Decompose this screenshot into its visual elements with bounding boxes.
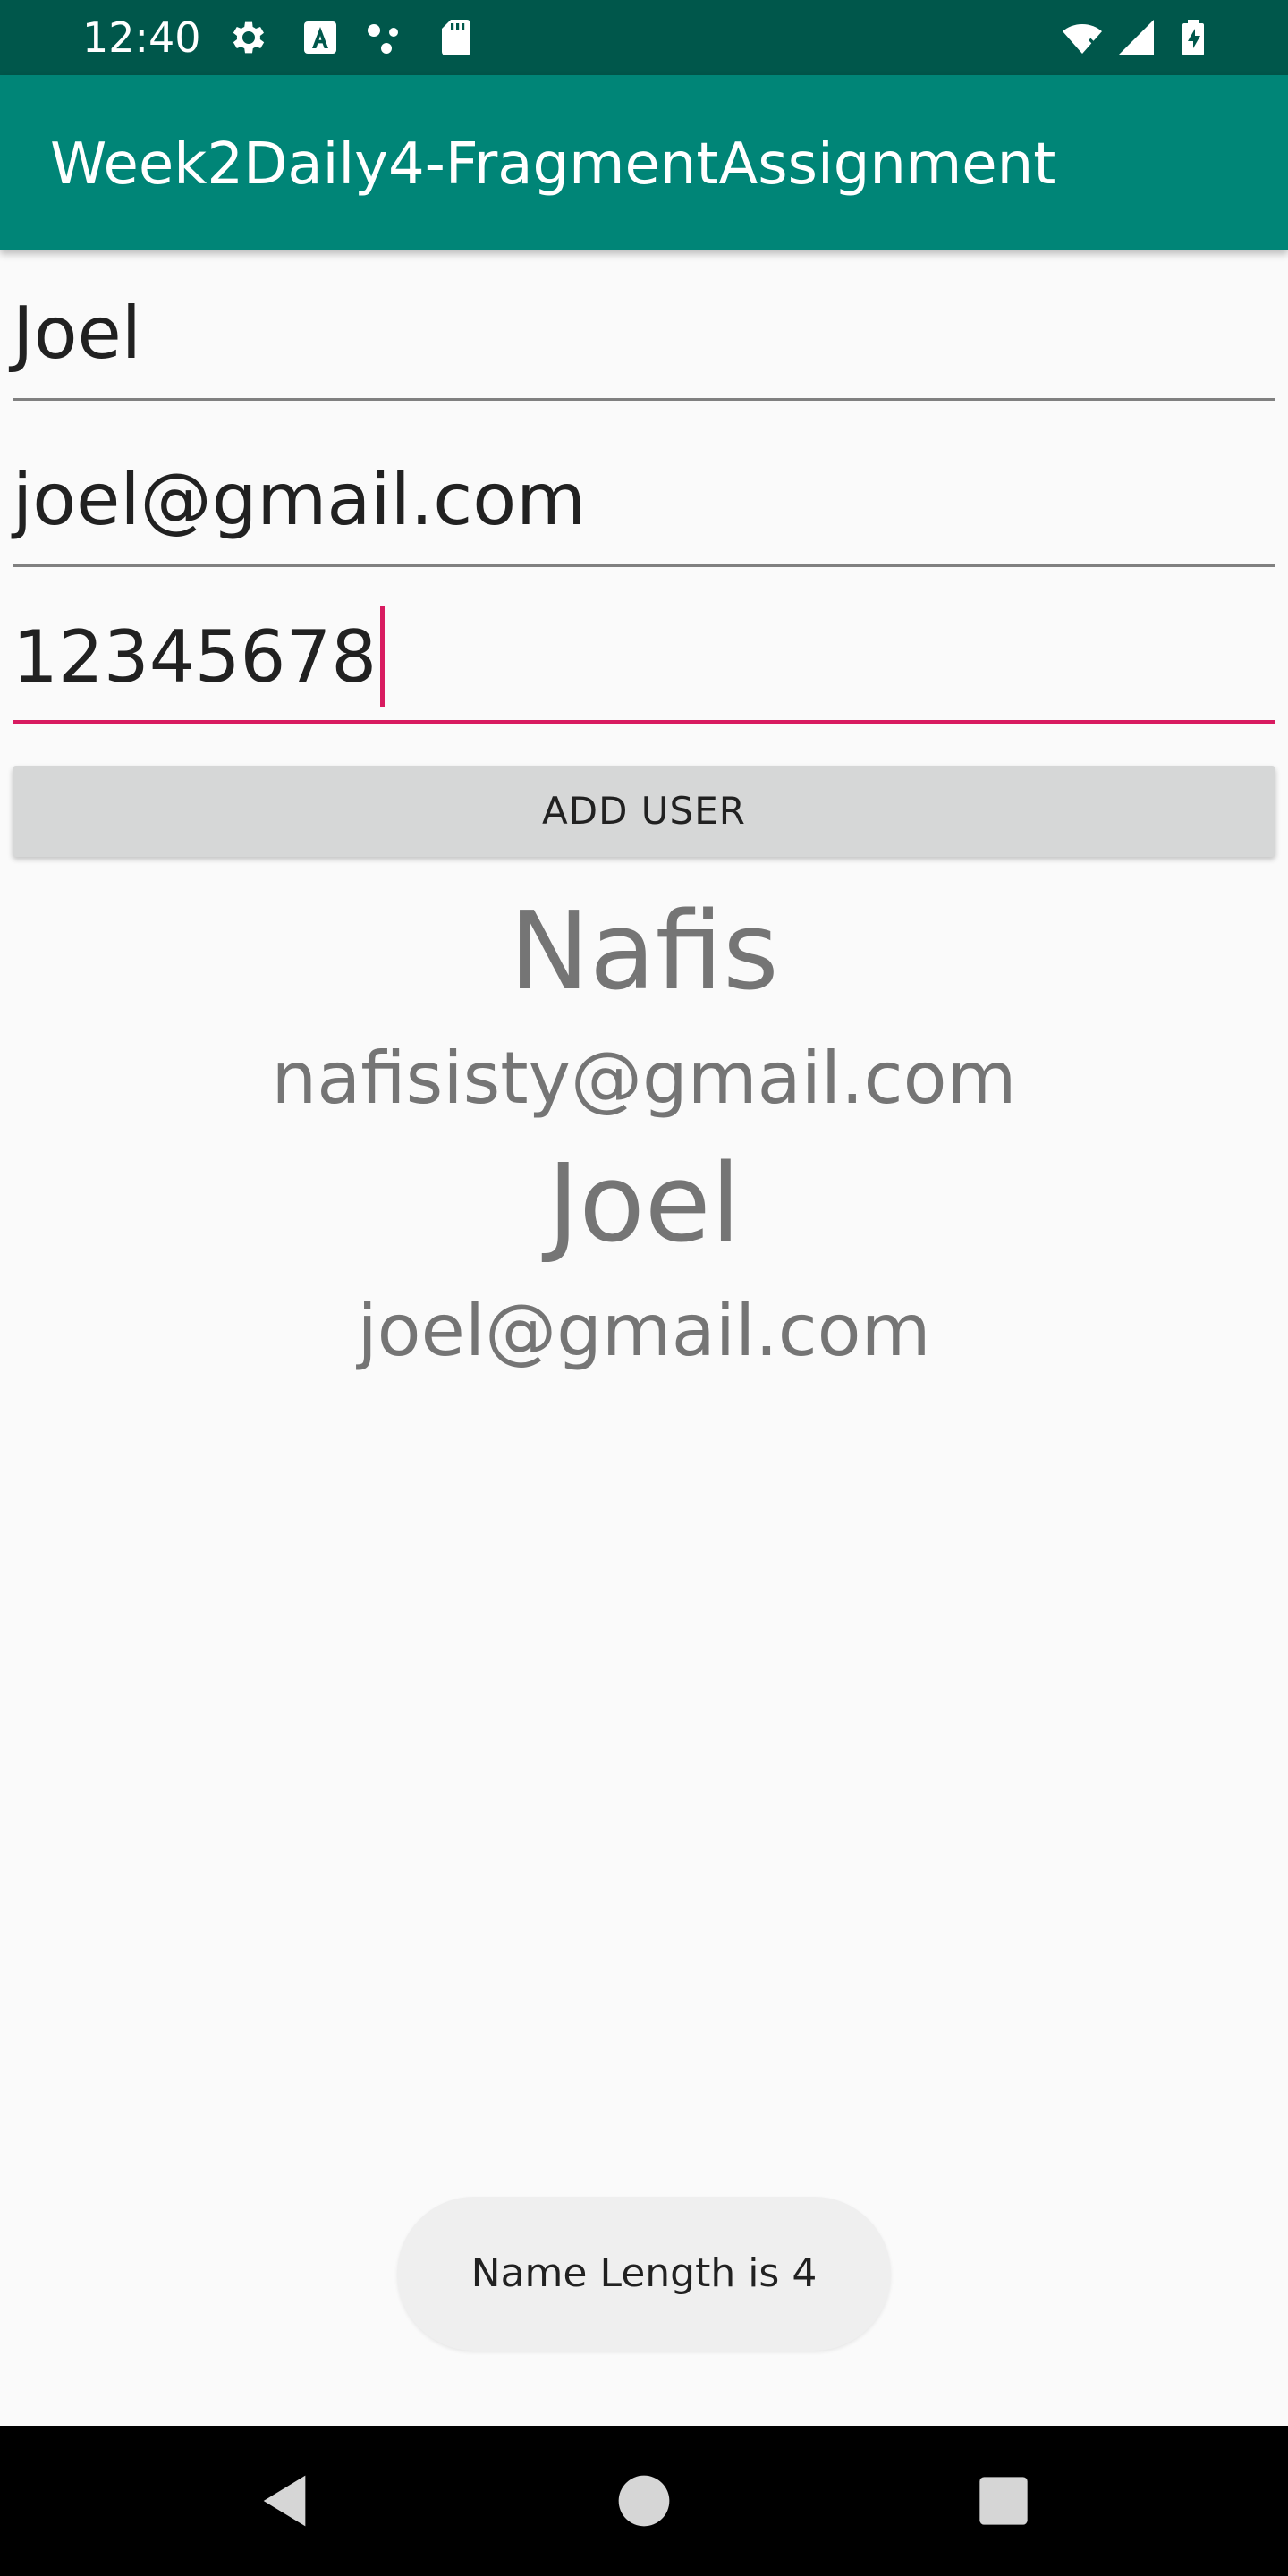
home-icon[interactable] (608, 2465, 680, 2537)
dots-icon (363, 16, 406, 59)
recents-icon[interactable] (968, 2465, 1039, 2537)
email-field-underline (13, 564, 1275, 567)
battery-icon (1172, 16, 1215, 59)
signal-icon (1114, 16, 1157, 59)
user-email: joel@gmail.com (357, 1289, 931, 1372)
phone-field[interactable]: 12345678 (13, 590, 1275, 724)
email-field-value: joel@gmail.com (13, 458, 587, 541)
name-field-underline (13, 398, 1275, 401)
user-list: Nafis nafisisty@gmail.com Joel joel@gmai… (0, 886, 1288, 1390)
phone-field-underline (13, 720, 1275, 724)
navigation-bar (0, 2426, 1288, 2576)
user-name: Nafis (509, 890, 779, 1014)
text-cursor (380, 606, 386, 708)
add-user-button[interactable]: ADD USER (13, 766, 1275, 857)
toast-message: Name Length is 4 (397, 2197, 891, 2351)
a-notification-icon (299, 16, 342, 59)
user-email: nafisisty@gmail.com (271, 1037, 1017, 1120)
name-field-value: Joel (13, 292, 141, 375)
back-icon[interactable] (249, 2465, 320, 2537)
list-item: Nafis nafisisty@gmail.com (0, 886, 1288, 1138)
wifi-icon (1061, 16, 1104, 59)
user-name: Joel (547, 1142, 741, 1267)
list-item: Joel joel@gmail.com (0, 1138, 1288, 1390)
name-field[interactable]: Joel (13, 267, 1275, 401)
status-bar: 12:40 (0, 0, 1288, 75)
email-field[interactable]: joel@gmail.com (13, 433, 1275, 567)
settings-icon (225, 16, 268, 59)
status-time: 12:40 (82, 13, 201, 62)
sd-card-icon (435, 16, 478, 59)
app-title: Week2Daily4-FragmentAssignment (50, 131, 1056, 198)
app-bar: Week2Daily4-FragmentAssignment (0, 75, 1288, 250)
phone-field-value: 12345678 (13, 615, 377, 699)
phone-field-value-wrap: 12345678 (13, 590, 386, 724)
